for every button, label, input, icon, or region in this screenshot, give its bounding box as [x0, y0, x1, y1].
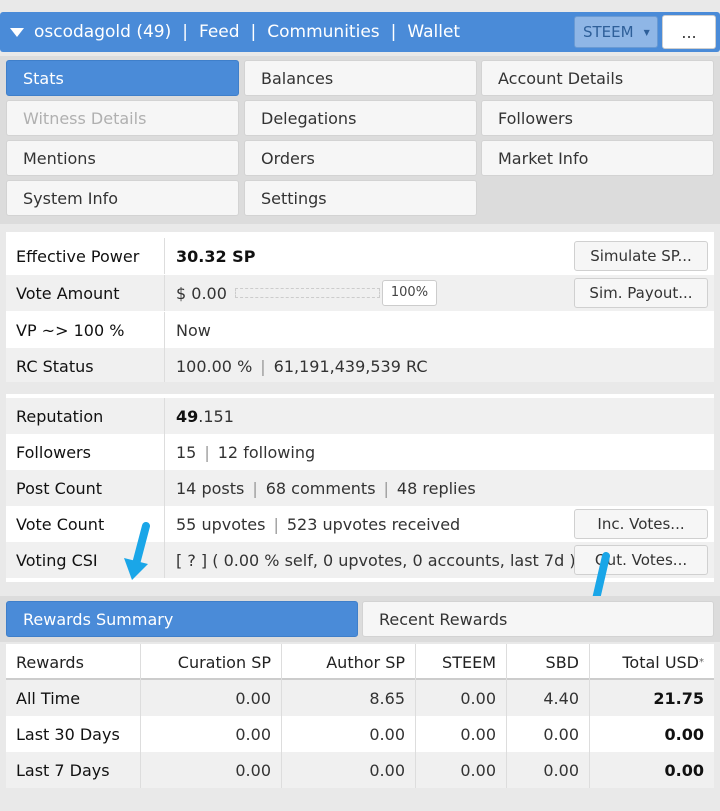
- menu-followers[interactable]: Followers: [481, 100, 714, 136]
- menu-settings[interactable]: Settings: [244, 180, 477, 216]
- dropdown-arrow-icon: ▼: [643, 27, 650, 37]
- effective-power-value: 30.32 SP: [164, 238, 255, 274]
- followers-value: 15 | 12 following: [164, 434, 315, 470]
- menu-witness-details[interactable]: Witness Details: [6, 100, 239, 136]
- table-cell: 0.00: [281, 752, 415, 788]
- table-cell: 0.00: [415, 680, 506, 716]
- vote-count-value: 55 upvotes | 523 upvotes received: [164, 506, 460, 542]
- stats-menu: Stats Balances Account Details Witness D…: [0, 56, 720, 224]
- coin-select-value: STEEM: [583, 23, 634, 41]
- rc-status-row: RC Status 100.00 % | 61,191,439,539 RC: [6, 348, 714, 384]
- vote-count-row: Vote Count 55 upvotes | 523 upvotes receiv…: [6, 506, 714, 542]
- nav-communities[interactable]: Communities: [267, 22, 379, 42]
- period-label: Last 7 Days: [6, 752, 140, 788]
- vote-amount-value: $ 0.00 100%: [164, 275, 438, 311]
- vp-value: Now: [164, 312, 211, 348]
- vote-weight-percent[interactable]: 100%: [381, 280, 438, 306]
- coin-select[interactable]: STEEM ▼: [574, 16, 658, 48]
- table-cell: 0.00: [415, 752, 506, 788]
- post-count-row: Post Count 14 posts | 68 comments | 48 repli…: [6, 470, 714, 506]
- column-header: STEEM: [415, 644, 506, 680]
- tab-recent-rewards[interactable]: Recent Rewards: [362, 601, 714, 637]
- annotation-arrow-icon: [124, 522, 150, 580]
- voting-csi-value: [ ? ] ( 0.00 % self, 0 upvotes, 0 accoun…: [164, 542, 576, 578]
- menu-market-info[interactable]: Market Info: [481, 140, 714, 176]
- column-header: SBD: [506, 644, 589, 680]
- nav-separator: |: [250, 22, 257, 42]
- table-row: Last 30 Days 0.00 0.00 0.00 0.00 0.00: [6, 716, 714, 752]
- nav-feed[interactable]: Feed: [199, 22, 240, 42]
- followers-row: Followers 15 | 12 following: [6, 434, 714, 470]
- table-cell: 0.00: [506, 752, 589, 788]
- total-usd-cell: 0.00: [589, 752, 714, 788]
- column-header: Curation SP: [140, 644, 281, 680]
- row-label: Vote Amount: [16, 283, 120, 303]
- reputation-value: 49.151: [164, 398, 234, 434]
- column-header: Author SP: [281, 644, 415, 680]
- period-label: All Time: [6, 680, 140, 716]
- simulate-sp-button[interactable]: Simulate SP...: [574, 241, 708, 271]
- row-label: Vote Count: [16, 514, 105, 534]
- top-nav-bar: oscodagold (49) | Feed | Communities | W…: [0, 12, 720, 52]
- nav-wallet[interactable]: Wallet: [407, 22, 460, 42]
- table-cell: 0.00: [281, 716, 415, 752]
- total-usd-cell: 21.75: [589, 680, 714, 716]
- inc-votes-button[interactable]: Inc. Votes...: [574, 509, 708, 539]
- row-label: Voting CSI: [16, 550, 98, 570]
- table-cell: 0.00: [415, 716, 506, 752]
- caret-down-icon[interactable]: [10, 27, 24, 37]
- nav-separator: |: [182, 22, 188, 42]
- stats-panel: Effective Power 30.32 SP Simulate SP... …: [6, 232, 714, 582]
- sim-payout-button[interactable]: Sim. Payout...: [574, 278, 708, 308]
- table-header-row: Rewards Curation SP Author SP STEEM SBD …: [6, 644, 714, 680]
- post-count-value: 14 posts | 68 comments | 48 replies: [164, 470, 476, 506]
- row-label: Reputation: [16, 406, 104, 426]
- menu-account-details[interactable]: Account Details: [481, 60, 714, 96]
- vp-row: VP ~> 100 % Now: [6, 312, 714, 348]
- reputation-row: Reputation 49.151: [6, 398, 714, 434]
- table-cell: 8.65: [281, 680, 415, 716]
- table-cell: 0.00: [140, 680, 281, 716]
- menu-stats[interactable]: Stats: [6, 60, 239, 96]
- more-button[interactable]: ...: [662, 15, 716, 49]
- rewards-tabs: Rewards Summary Recent Rewards: [0, 596, 720, 642]
- row-label: VP ~> 100 %: [16, 320, 125, 340]
- vote-weight-slider[interactable]: [234, 288, 380, 298]
- table-cell: 0.00: [140, 716, 281, 752]
- table-cell: 0.00: [506, 716, 589, 752]
- rc-status-value: 100.00 % | 61,191,439,539 RC: [164, 348, 427, 384]
- menu-orders[interactable]: Orders: [244, 140, 477, 176]
- section-divider: [6, 382, 714, 394]
- row-label: Effective Power: [16, 246, 140, 266]
- menu-balances[interactable]: Balances: [244, 60, 477, 96]
- menu-delegations[interactable]: Delegations: [244, 100, 477, 136]
- column-header: Total USD *: [589, 644, 714, 680]
- period-label: Last 30 Days: [16, 724, 120, 744]
- table-cell: 0.00: [140, 752, 281, 788]
- menu-mentions[interactable]: Mentions: [6, 140, 239, 176]
- rewards-table: Rewards Curation SP Author SP STEEM SBD …: [6, 644, 714, 788]
- effective-power-row: Effective Power 30.32 SP Simulate SP...: [6, 238, 714, 274]
- tab-rewards-summary[interactable]: Rewards Summary: [6, 601, 358, 637]
- column-header: Rewards: [16, 652, 84, 672]
- table-row: Last 7 Days 0.00 0.00 0.00 0.00 0.00: [6, 752, 714, 788]
- row-label: RC Status: [16, 356, 94, 376]
- row-label: Post Count: [16, 478, 103, 498]
- nav-separator: |: [390, 22, 397, 42]
- vote-amount-row: Vote Amount $ 0.00 100% Sim. Payout...: [6, 275, 714, 311]
- table-row: All Time 0.00 8.65 0.00 4.40 21.75: [6, 680, 714, 716]
- table-cell: 4.40: [506, 680, 589, 716]
- total-usd-cell: 0.00: [589, 716, 714, 752]
- menu-system-info[interactable]: System Info: [6, 180, 239, 216]
- account-link[interactable]: oscodagold (49): [34, 22, 171, 42]
- row-label: Followers: [16, 442, 91, 462]
